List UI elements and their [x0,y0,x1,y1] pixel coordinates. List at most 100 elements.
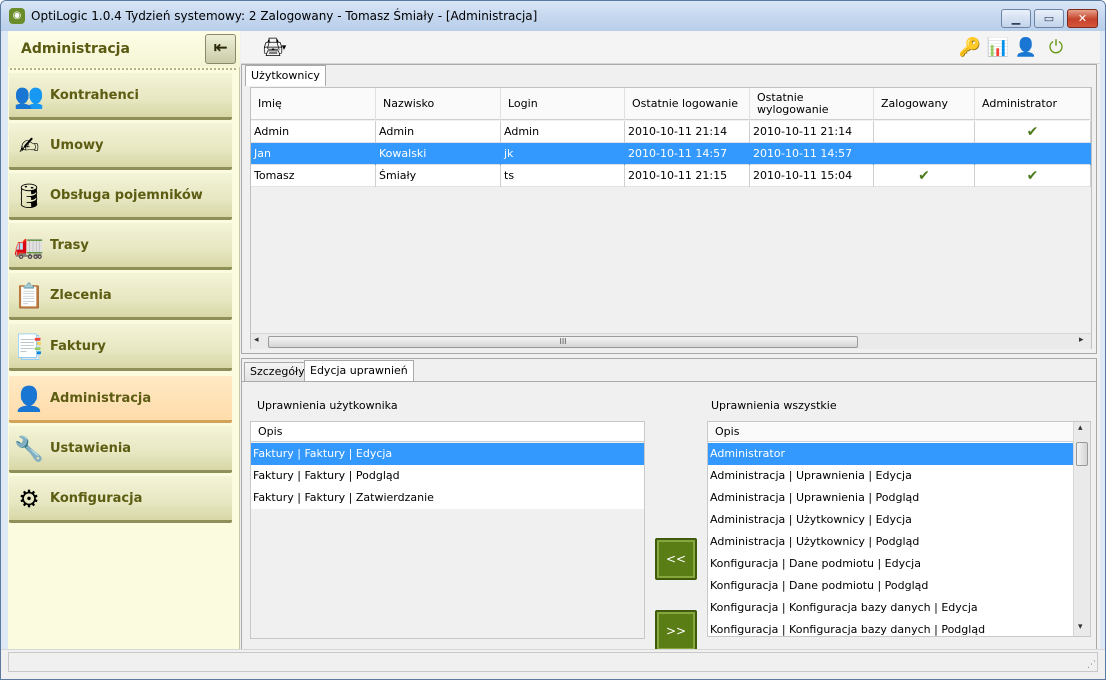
user-permissions-list: Opis Faktury | Faktury | Edycja Faktury |… [250,421,645,639]
col-imie[interactable]: Imię [251,88,376,120]
cell-zalogowany: ✔ [874,165,975,187]
status-panel [8,652,1098,672]
tab-strip-line [242,381,1096,382]
chart-icon[interactable]: 📊 [986,36,1010,60]
col-nazwisko[interactable]: Nazwisko [376,88,501,120]
sidebar-item-faktury[interactable]: 📑 Faktury [9,324,232,371]
cell-administrator: ✔ [975,121,1091,143]
col-login[interactable]: Login [501,88,625,120]
cell-nazwisko: Kowalski [376,143,501,165]
minimize-button[interactable]: ▁ [1001,9,1031,28]
user-icon[interactable]: 👤 [1014,36,1038,60]
list-item[interactable]: Konfiguracja | Dane podmiotu | Edycja [708,553,1074,575]
app-icon: ◉ [9,8,25,24]
cell-login: Admin [501,121,625,143]
user-list-header[interactable]: Opis [251,422,644,442]
cell-zalogowany [874,143,975,165]
print-dropdown-icon[interactable]: ▾ [279,36,289,60]
scroll-down-icon[interactable]: ▾ [1078,622,1083,632]
add-permission-button[interactable]: << [655,538,697,580]
cell-wylogowanie: 2010-10-11 14:57 [750,143,874,165]
close-button[interactable]: ✕ [1067,9,1098,28]
invoice-icon: 📑 [14,333,44,361]
tab-edycja-uprawnien[interactable]: Edycja uprawnień [304,360,414,381]
cell-login: jk [501,143,625,165]
app-window: ◉ OptiLogic 1.0.4 Tydzień systemowy: 2 Z… [0,0,1106,680]
sidebar-item-kontrahenci[interactable]: 👥 Kontrahenci [9,73,232,120]
cell-login: ts [501,165,625,187]
title-bar[interactable]: ◉ OptiLogic 1.0.4 Tydzień systemowy: 2 Z… [1,1,1105,31]
contacts-icon: 👥 [14,82,44,110]
scroll-thumb[interactable]: III [268,336,858,348]
sidebar-item-konfiguracja[interactable]: ⚙ Konfiguracja [9,476,232,523]
horizontal-scrollbar[interactable]: ◂ III ▸ [251,333,1091,349]
list-item[interactable]: Administracja | Uprawnienia | Edycja [708,465,1074,487]
cell-administrator: ✔ [975,165,1091,187]
list-item[interactable]: Konfiguracja | Dane podmiotu | Podgląd [708,575,1074,597]
resize-grip-icon[interactable]: ⋰ [1087,660,1096,670]
maximize-button[interactable]: ▭ [1034,9,1064,28]
clipboard-icon: 📋 [14,282,44,310]
cell-wylogowanie: 2010-10-11 15:04 [750,165,874,187]
col-ostatnie-logowanie[interactable]: Ostatnie logowanie [625,88,750,120]
list-item[interactable]: Konfiguracja | Konfiguracja bazy danych … [708,597,1074,619]
sidebar-item-administracja[interactable]: 👤 Administracja [9,376,232,423]
cell-logowanie: 2010-10-11 21:14 [625,121,750,143]
list-item[interactable]: Administracja | Uprawnienia | Podgląd [708,487,1074,509]
toolbar: 🖨 ▾ 🔑 📊 👤 ⏻ [241,31,1100,64]
cell-zalogowany [874,121,975,143]
remove-permission-button[interactable]: >> [655,610,697,652]
list-item[interactable]: Administracja | Użytkownicy | Edycja [708,509,1074,531]
table-row[interactable]: Jan Kowalski jk 2010-10-11 14:57 2010-10-11 … [251,143,1091,165]
sidebar-item-obsluga-pojemnikow[interactable]: 🛢 Obsługa pojemników [9,173,232,220]
col-zalogowany[interactable]: Zalogowany [874,88,975,120]
list-item[interactable]: Faktury | Faktury | Zatwierdzanie [251,487,644,509]
col-administrator[interactable]: Administrator [975,88,1091,120]
client-area: Administracja ⇤ 👥 Kontrahenci ✍ Umowy 🛢 Obsłu… [8,31,1100,673]
keys-icon[interactable]: 🔑 [958,36,982,60]
sidebar-item-trasy[interactable]: 🚛 Trasy [9,223,232,270]
gear-icon: ⚙ [18,485,40,513]
list-item[interactable]: Faktury | Faktury | Edycja [251,443,644,465]
sidebar-item-label: Umowy [50,138,104,153]
scroll-right-icon[interactable]: ▸ [1079,335,1084,345]
all-list-header[interactable]: Opis [708,422,1074,442]
sidebar-item-label: Faktury [50,339,106,354]
scroll-left-icon[interactable]: ◂ [254,335,259,345]
sidebar-item-label: Konfiguracja [50,491,143,506]
sidebar-item-label: Ustawienia [50,441,132,456]
cell-wylogowanie: 2010-10-11 21:14 [750,121,874,143]
admin-user-icon: 👤 [14,385,44,413]
sidebar-item-label: Zlecenia [50,288,112,303]
sidebar-item-zlecenia[interactable]: 📋 Zlecenia [9,273,232,320]
cell-logowanie: 2010-10-11 14:57 [625,143,750,165]
list-item[interactable]: Administrator [708,443,1074,465]
vertical-scrollbar[interactable]: ▴ ▾ [1073,422,1090,636]
container-icon: 🛢 [13,182,45,210]
sidebar-item-ustawienia[interactable]: 🔧 Ustawienia [9,426,232,473]
sidebar-item-label: Trasy [50,238,89,253]
users-grid: Imię Nazwisko Login Ostatnie logowanie O… [250,87,1092,349]
users-panel: Użytkownicy Imię Nazwisko Login Ostatnie… [241,64,1097,354]
user-permissions-label: Uprawnienia użytkownika [257,399,398,412]
sidebar-item-umowy[interactable]: ✍ Umowy [9,123,232,170]
list-item[interactable]: Konfiguracja | Konfiguracja bazy danych … [708,619,1074,636]
grid-header: Imię Nazwisko Login Ostatnie logowanie O… [251,88,1091,120]
col-ostatnie-wylogowanie[interactable]: Ostatnie wylogowanie [750,88,874,120]
tab-szczegoly[interactable]: Szczegóły [244,362,311,381]
all-permissions-label: Uprawnienia wszystkie [711,399,837,412]
cell-nazwisko: Admin [376,121,501,143]
cell-imie: Admin [251,121,376,143]
table-row[interactable]: Admin Admin Admin 2010-10-11 21:14 2010-10-1… [251,121,1091,143]
all-permissions-list: Opis Administrator Administracja | Uprawn… [707,421,1091,637]
list-item[interactable]: Administracja | Użytkownicy | Podgląd [708,531,1074,553]
vscroll-thumb[interactable] [1076,442,1088,466]
cell-administrator [975,143,1091,165]
scroll-up-icon[interactable]: ▴ [1078,423,1083,433]
list-item[interactable]: Faktury | Faktury | Podgląd [251,465,644,487]
power-icon[interactable]: ⏻ [1044,36,1068,60]
truck-icon: 🚛 [14,232,44,260]
tab-users[interactable]: Użytkownicy [245,65,326,86]
collapse-sidebar-icon[interactable]: ⇤ [205,34,236,64]
table-row[interactable]: Tomasz Śmiały ts 2010-10-11 21:15 2010-10-11… [251,165,1091,187]
